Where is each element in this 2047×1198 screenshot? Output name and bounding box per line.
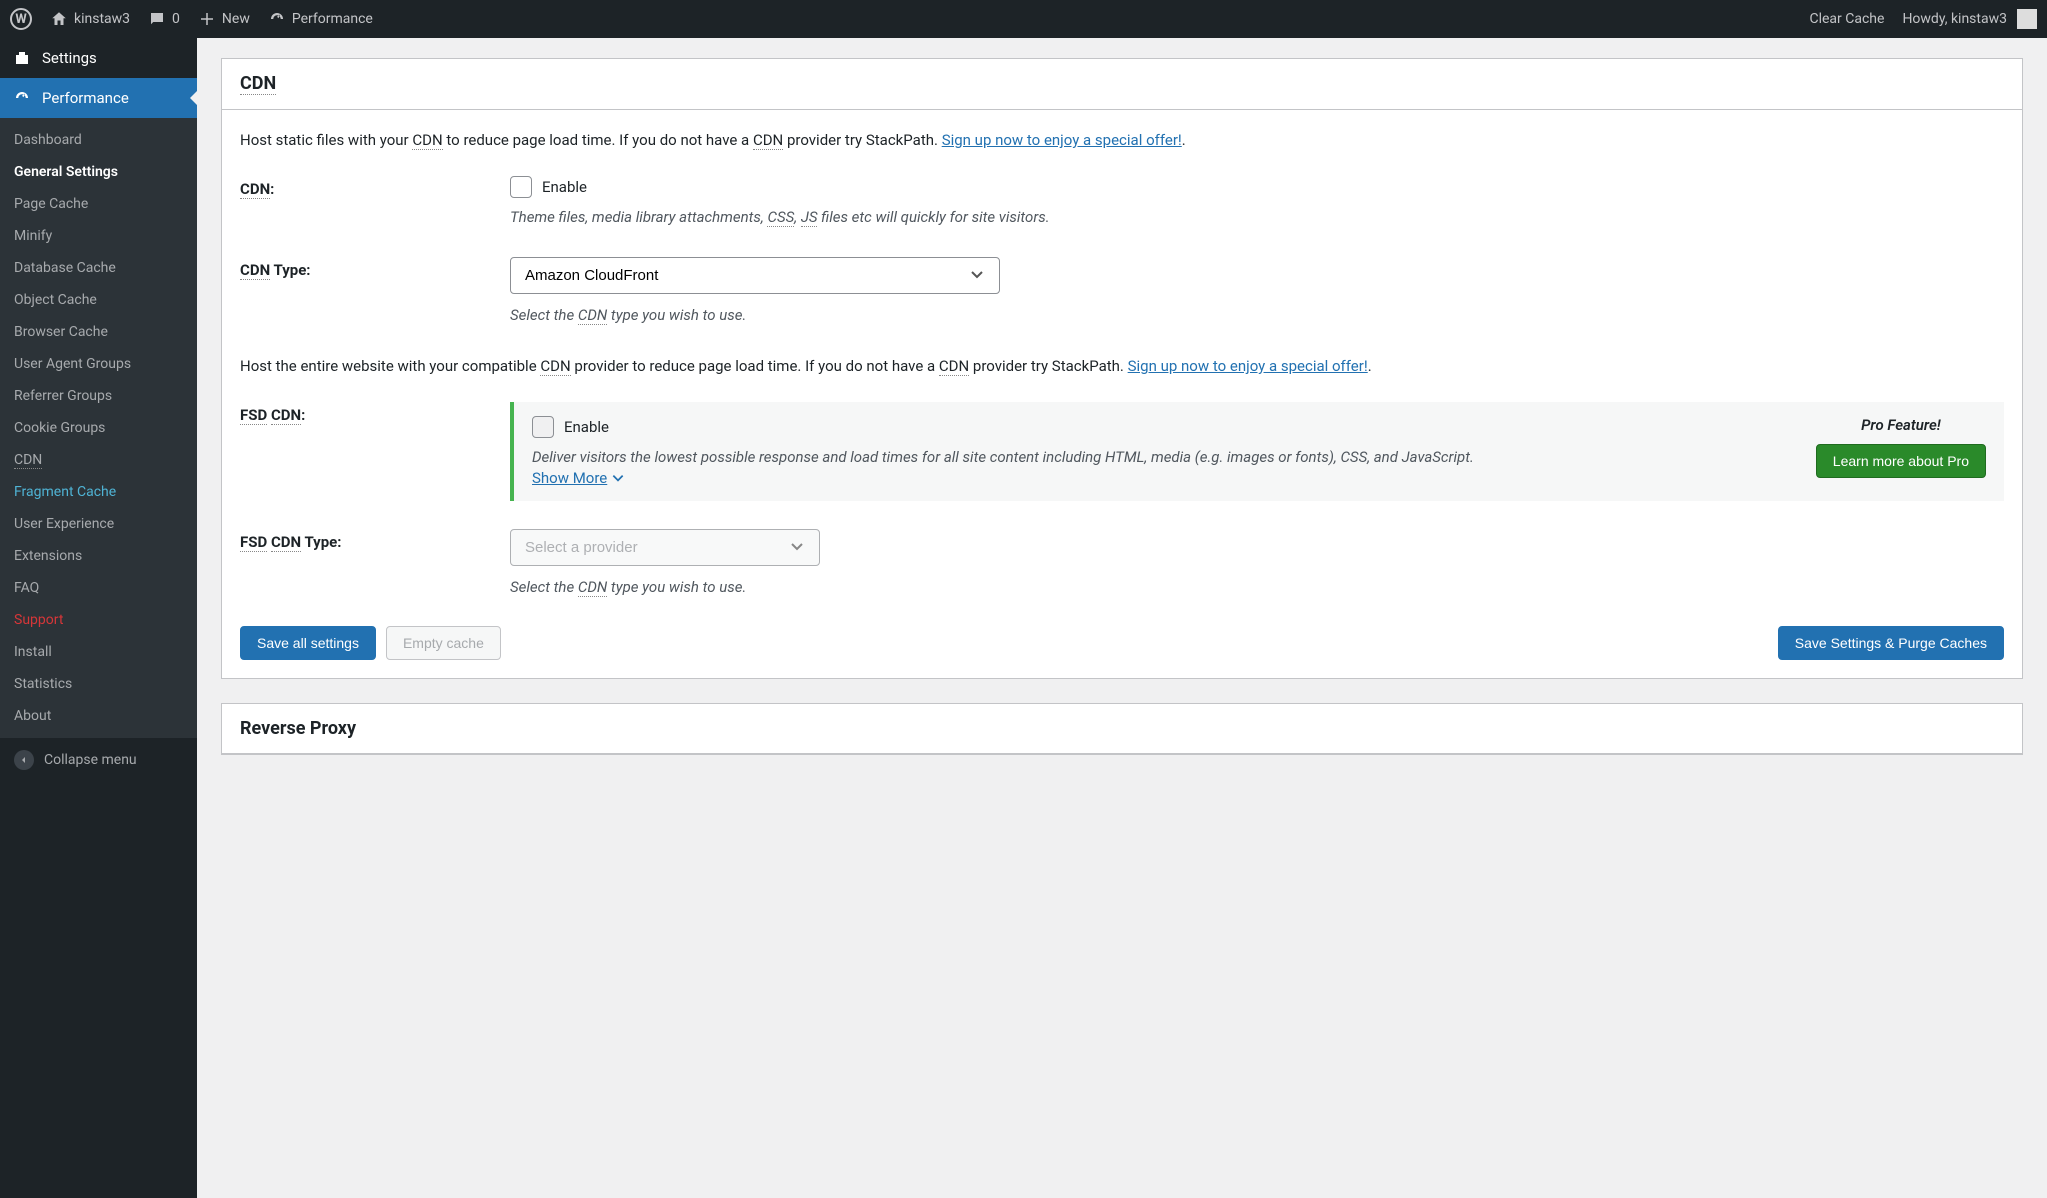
comments-count: 0 — [172, 11, 180, 27]
submenu-cdn-label: CDN — [14, 452, 42, 469]
admin-sidebar: Settings Performance Dashboard General S… — [0, 38, 197, 1198]
submenu-browser-cache[interactable]: Browser Cache — [0, 316, 197, 348]
account-link[interactable]: Howdy, kinstaw3 — [1902, 9, 2037, 29]
cdn-enable-control: Enable Theme files, media library attach… — [510, 176, 2004, 229]
cdn-panel-body: Host static files with your CDN to reduc… — [222, 110, 2022, 678]
save-all-button[interactable]: Save all settings — [240, 626, 376, 660]
sidebar-submenu: Dashboard General Settings Page Cache Mi… — [0, 118, 197, 738]
reverse-proxy-panel: Reverse Proxy — [221, 703, 2023, 755]
submenu-about[interactable]: About — [0, 700, 197, 732]
cdn-type-select[interactable]: Amazon CloudFront — [510, 257, 1000, 294]
admin-bar-left: W kinstaw3 0 New Performance — [10, 8, 373, 30]
new-content-link[interactable]: New — [198, 10, 250, 28]
cdn-enable-text: Enable — [542, 178, 587, 196]
submenu-support[interactable]: Support — [0, 604, 197, 636]
performance-link[interactable]: Performance — [268, 10, 373, 28]
home-icon — [50, 10, 68, 28]
sidebar-item-performance[interactable]: Performance — [0, 78, 197, 118]
collapse-menu-button[interactable]: Collapse menu — [0, 738, 197, 782]
cdn-type-description: Select the CDN type you wish to use. — [510, 304, 2004, 327]
wordpress-icon: W — [10, 8, 32, 30]
fsd-cdn-type-control: Select a provider Select the CDN type yo… — [510, 529, 2004, 599]
performance-label: Performance — [292, 11, 373, 27]
fsd-cdn-type-select: Select a provider — [510, 529, 820, 566]
pro-feature-right: Pro Feature! Learn more about Pro — [1816, 416, 1986, 487]
main-content: CDN Host static files with your CDN to r… — [197, 38, 2047, 1198]
fsd-signup-link[interactable]: Sign up now to enjoy a special offer! — [1128, 357, 1368, 375]
comment-icon — [148, 10, 166, 28]
cdn-type-label: CDN Type: — [240, 257, 510, 327]
submenu-dashboard[interactable]: Dashboard — [0, 124, 197, 156]
cdn-intro: Host static files with your CDN to reduc… — [240, 128, 2004, 152]
save-purge-button[interactable]: Save Settings & Purge Caches — [1778, 626, 2004, 660]
submenu-user-experience[interactable]: User Experience — [0, 508, 197, 540]
fsd-description: Deliver visitors the lowest possible res… — [532, 446, 1796, 469]
collapse-icon — [14, 750, 34, 770]
submenu-fragment-cache[interactable]: Fragment Cache — [0, 476, 197, 508]
empty-cache-button: Empty cache — [386, 626, 501, 660]
fsd-cdn-row: FSD CDN: Enable Deliver visitors the low… — [240, 402, 2004, 501]
avatar-icon — [2017, 9, 2037, 29]
collapse-menu-label: Collapse menu — [44, 752, 137, 768]
submenu-faq[interactable]: FAQ — [0, 572, 197, 604]
fsd-cdn-label: FSD CDN: — [240, 402, 510, 501]
cdn-button-row-left: Save all settings Empty cache — [240, 626, 501, 660]
pro-feature-left: Enable Deliver visitors the lowest possi… — [532, 416, 1796, 487]
submenu-install[interactable]: Install — [0, 636, 197, 668]
reverse-proxy-heading: Reverse Proxy — [240, 718, 356, 739]
submenu-referrer-groups[interactable]: Referrer Groups — [0, 380, 197, 412]
cdn-enable-label: CDN: — [240, 176, 510, 229]
comments-link[interactable]: 0 — [148, 10, 180, 28]
submenu-page-cache[interactable]: Page Cache — [0, 188, 197, 220]
submenu-cookie-groups[interactable]: Cookie Groups — [0, 412, 197, 444]
submenu-database-cache[interactable]: Database Cache — [0, 252, 197, 284]
submenu-general-settings[interactable]: General Settings — [0, 156, 197, 188]
pro-feature-title: Pro Feature! — [1861, 416, 1941, 434]
cdn-panel: CDN Host static files with your CDN to r… — [221, 58, 2023, 679]
gauge-icon — [268, 10, 286, 28]
fsd-intro: Host the entire website with your compat… — [240, 354, 2004, 378]
sidebar-settings-label: Settings — [42, 49, 97, 67]
submenu-extensions[interactable]: Extensions — [0, 540, 197, 572]
cdn-type-row: CDN Type: Amazon CloudFront Select the C… — [240, 257, 2004, 327]
cdn-type-control: Amazon CloudFront Select the CDN type yo… — [510, 257, 2004, 327]
wp-logo[interactable]: W — [10, 8, 32, 30]
reverse-proxy-header: Reverse Proxy — [222, 704, 2022, 754]
pro-feature-box: Enable Deliver visitors the lowest possi… — [510, 402, 2004, 501]
performance-icon — [12, 88, 32, 108]
fsd-cdn-type-label: FSD CDN Type: — [240, 529, 510, 599]
fsd-cdn-type-description: Select the CDN type you wish to use. — [510, 576, 2004, 599]
cdn-enable-description: Theme files, media library attachments, … — [510, 206, 2004, 229]
clear-cache-link[interactable]: Clear Cache — [1809, 11, 1884, 27]
cdn-panel-header: CDN — [222, 59, 2022, 110]
cdn-enable-row: CDN: Enable Theme files, media library a… — [240, 176, 2004, 229]
admin-bar: W kinstaw3 0 New Performance Clear Cache… — [0, 0, 2047, 38]
show-more-link[interactable]: Show More — [532, 469, 625, 487]
fsd-cdn-type-row: FSD CDN Type: Select a provider Select t… — [240, 529, 2004, 599]
clear-cache-label: Clear Cache — [1809, 11, 1884, 27]
signup-link[interactable]: Sign up now to enjoy a special offer! — [942, 131, 1182, 149]
plus-icon — [198, 10, 216, 28]
chevron-down-icon — [611, 473, 625, 483]
admin-bar-right: Clear Cache Howdy, kinstaw3 — [1809, 9, 2037, 29]
fsd-cdn-control: Enable Deliver visitors the lowest possi… — [510, 402, 2004, 501]
sidebar-performance-label: Performance — [42, 89, 129, 107]
site-name: kinstaw3 — [74, 11, 130, 27]
new-label: New — [222, 11, 250, 27]
submenu-user-agent-groups[interactable]: User Agent Groups — [0, 348, 197, 380]
fsd-enable-text: Enable — [564, 418, 609, 436]
fsd-enable-checkbox — [532, 416, 554, 438]
cdn-heading: CDN — [240, 73, 276, 95]
site-name-link[interactable]: kinstaw3 — [50, 10, 130, 28]
learn-more-pro-button[interactable]: Learn more about Pro — [1816, 444, 1986, 478]
cdn-button-row: Save all settings Empty cache Save Setti… — [240, 626, 2004, 660]
submenu-statistics[interactable]: Statistics — [0, 668, 197, 700]
sidebar-item-settings[interactable]: Settings — [0, 38, 197, 78]
cdn-enable-checkbox[interactable] — [510, 176, 532, 198]
submenu-cdn[interactable]: CDN — [0, 444, 197, 476]
howdy-text: Howdy, kinstaw3 — [1902, 11, 2007, 27]
submenu-minify[interactable]: Minify — [0, 220, 197, 252]
settings-icon — [12, 48, 32, 68]
submenu-object-cache[interactable]: Object Cache — [0, 284, 197, 316]
